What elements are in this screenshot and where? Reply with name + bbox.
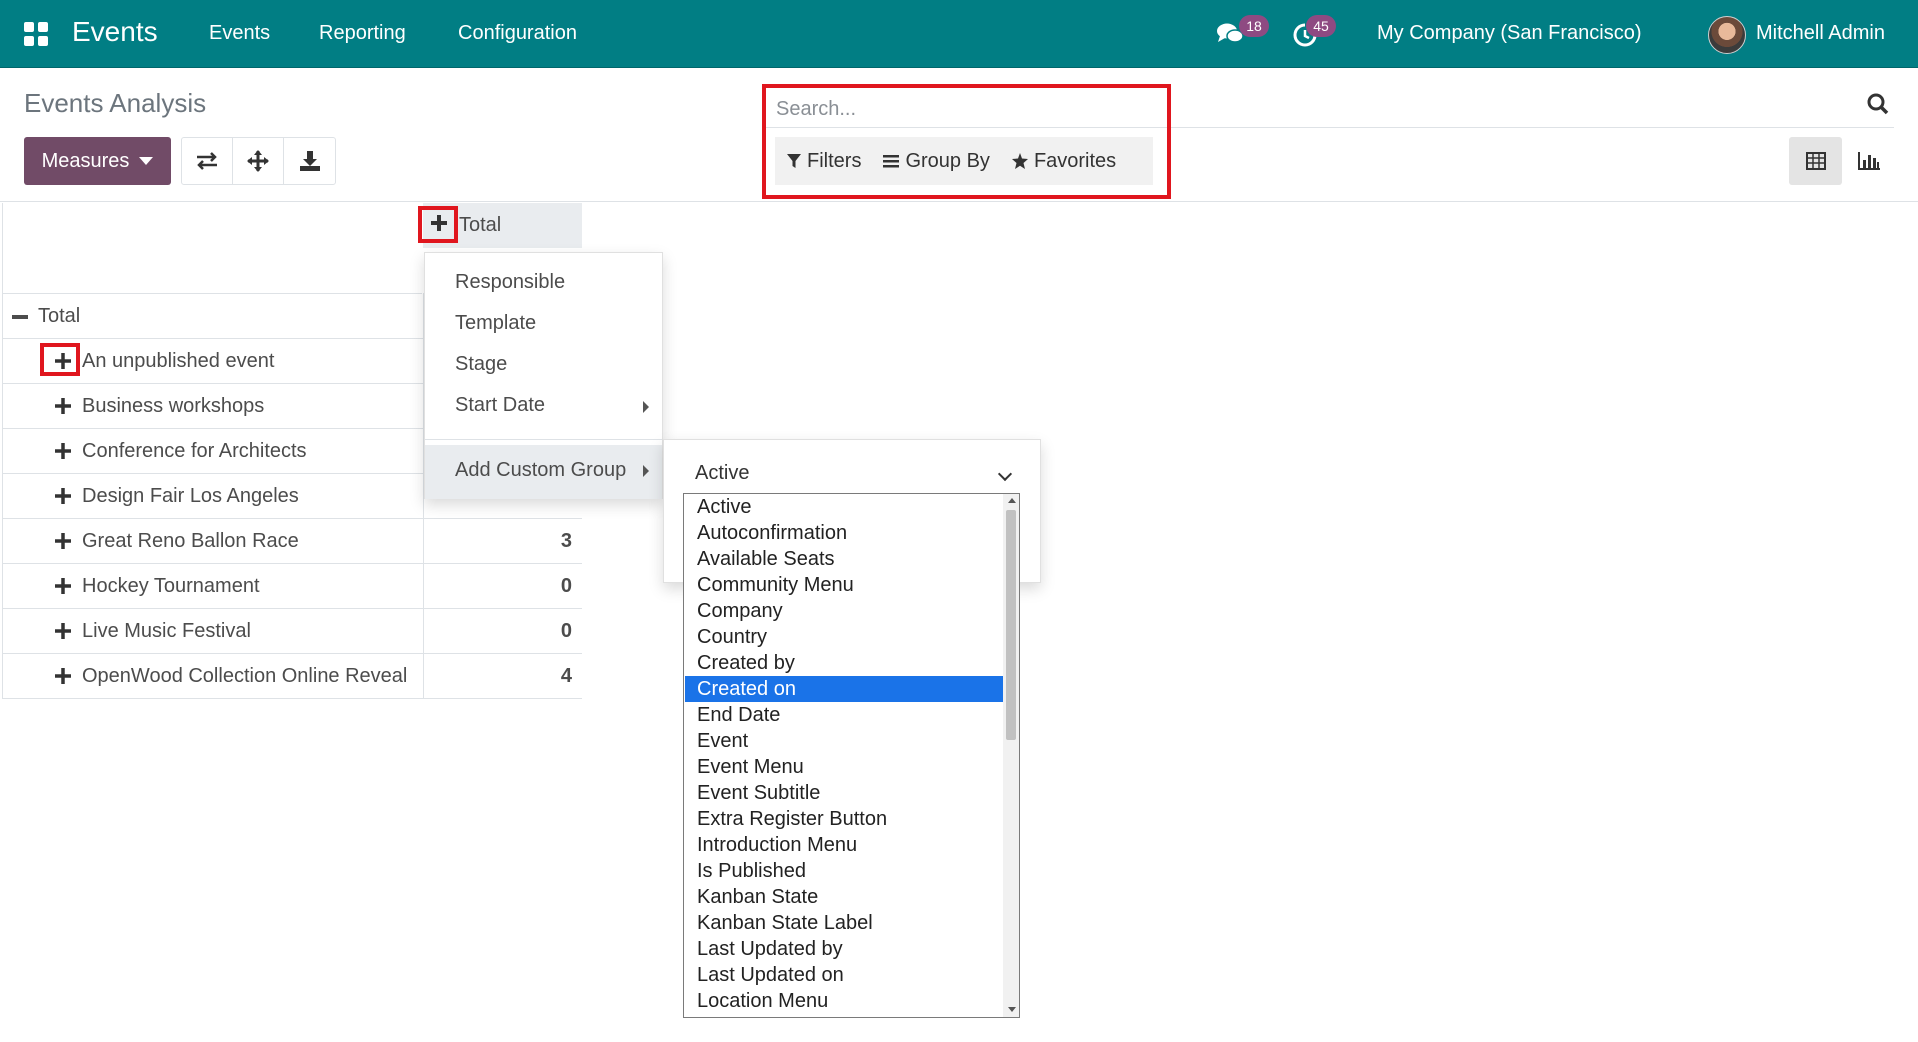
bar-chart-icon (1857, 152, 1880, 170)
row-label: An unpublished event (82, 349, 275, 372)
custom-group-options[interactable]: Active Autoconfirmation Available Seats … (683, 493, 1020, 1018)
row-label: Great Reno Ballon Race (82, 529, 299, 552)
option[interactable]: Autoconfirmation (685, 520, 1005, 546)
expand-all-button[interactable] (233, 138, 284, 184)
option[interactable]: Created by (685, 650, 1005, 676)
option[interactable]: Active (685, 494, 1005, 520)
expand-plus-icon[interactable] (54, 397, 72, 415)
row-value: 0 (560, 574, 572, 597)
pivot-view-button[interactable] (1789, 137, 1842, 185)
header-total-label: Total (459, 214, 502, 236)
table-row[interactable]: Hockey Tournament 0 (2, 563, 582, 608)
apps-menu-icon[interactable] (24, 22, 48, 46)
option[interactable]: Last Updated on (685, 962, 1005, 988)
option[interactable]: Available Seats (685, 546, 1005, 572)
row-label: Hockey Tournament (82, 574, 260, 597)
caret-right-icon (643, 401, 649, 413)
option-selected[interactable]: Created on (685, 676, 1005, 702)
groupby-responsible[interactable]: Responsible (455, 271, 565, 294)
scroll-down-icon[interactable] (1008, 1007, 1016, 1012)
flip-axis-button[interactable] (182, 138, 233, 184)
activities-badge: 45 (1306, 15, 1336, 37)
page-title: Events Analysis (24, 88, 207, 118)
row-label: Conference for Architects (82, 439, 307, 462)
expand-plus-icon[interactable] (54, 487, 72, 505)
graph-view-button[interactable] (1842, 137, 1895, 185)
option[interactable]: Last Updated by (685, 936, 1005, 962)
app-brand[interactable]: Events (72, 16, 158, 48)
collapse-icon (12, 315, 28, 319)
add-custom-group-label: Add Custom Group (455, 459, 627, 481)
row-label: Live Music Festival (82, 619, 251, 642)
annotation-header-plus (418, 206, 458, 243)
arrows-icon (247, 150, 269, 172)
row-value: 4 (560, 664, 572, 687)
table-row[interactable]: Great Reno Ballon Race 3 (2, 518, 582, 563)
groupby-dropdown: Responsible Template Stage Start Date Ad… (424, 252, 663, 499)
scroll-thumb[interactable] (1006, 510, 1016, 740)
custom-group-select[interactable]: Active (695, 462, 1020, 494)
expand-plus-icon[interactable] (54, 667, 72, 685)
table-row[interactable]: Live Music Festival 0 (2, 608, 582, 653)
table-row[interactable]: OpenWood Collection Online Reveal 4 (2, 653, 582, 699)
dropdown-divider (425, 439, 662, 440)
option[interactable]: Is Published (685, 858, 1005, 884)
search-icon[interactable] (1866, 92, 1894, 120)
row-value: 3 (560, 529, 572, 552)
download-button[interactable] (284, 138, 335, 184)
option[interactable]: Kanban State (685, 884, 1005, 910)
row-label: OpenWood Collection Online Reveal (82, 664, 408, 687)
nav-item-reporting[interactable]: Reporting (319, 22, 406, 45)
groupby-stage[interactable]: Stage (455, 353, 507, 376)
expand-plus-icon[interactable] (54, 622, 72, 640)
option[interactable]: Community Menu (685, 572, 1005, 598)
option[interactable]: Extra Register Button (685, 806, 1005, 832)
custom-group-selected: Active (695, 462, 750, 484)
messages-badge: 18 (1239, 15, 1269, 37)
exchange-icon (197, 152, 217, 170)
groupby-template[interactable]: Template (455, 312, 536, 335)
row-label: Design Fair Los Angeles (82, 484, 299, 507)
table-left-border (2, 203, 3, 699)
option[interactable]: Company (685, 598, 1005, 624)
nav-item-events[interactable]: Events (209, 22, 270, 45)
row-label: Business workshops (82, 394, 265, 417)
row-total-label: Total (38, 304, 81, 327)
pivot-row-total[interactable]: Total (2, 293, 422, 338)
measures-button[interactable]: Measures (24, 137, 171, 185)
scroll-up-icon[interactable] (1008, 498, 1016, 503)
expand-plus-icon[interactable] (54, 577, 72, 595)
annotation-search-box (762, 84, 1171, 199)
expand-plus-icon[interactable] (54, 442, 72, 460)
groupby-start-date[interactable]: Start Date (455, 394, 545, 417)
caret-right-icon (643, 465, 649, 477)
pivot-toolbar (181, 137, 336, 185)
table-icon (1805, 152, 1826, 170)
user-avatar[interactable] (1708, 16, 1746, 54)
download-icon (299, 151, 320, 171)
option[interactable]: Event (685, 728, 1005, 754)
option[interactable]: Country (685, 624, 1005, 650)
option[interactable]: Event Subtitle (685, 780, 1005, 806)
option[interactable]: Location Menu (685, 988, 1005, 1014)
option[interactable]: Kanban State Label (685, 910, 1005, 936)
user-menu[interactable]: Mitchell Admin (1756, 22, 1885, 45)
top-navbar: Events Events Reporting Configuration 18… (0, 0, 1918, 68)
annotation-row-plus (40, 343, 80, 376)
option[interactable]: End Date (685, 702, 1005, 728)
nav-item-configuration[interactable]: Configuration (458, 22, 577, 45)
caret-down-icon (139, 157, 154, 165)
option[interactable]: Event Menu (685, 754, 1005, 780)
view-switcher (1789, 137, 1895, 185)
expand-plus-icon[interactable] (54, 532, 72, 550)
company-switcher[interactable]: My Company (San Francisco) (1377, 22, 1642, 45)
measures-label: Measures (41, 149, 130, 172)
option[interactable]: Introduction Menu (685, 832, 1005, 858)
row-value: 0 (560, 619, 572, 642)
